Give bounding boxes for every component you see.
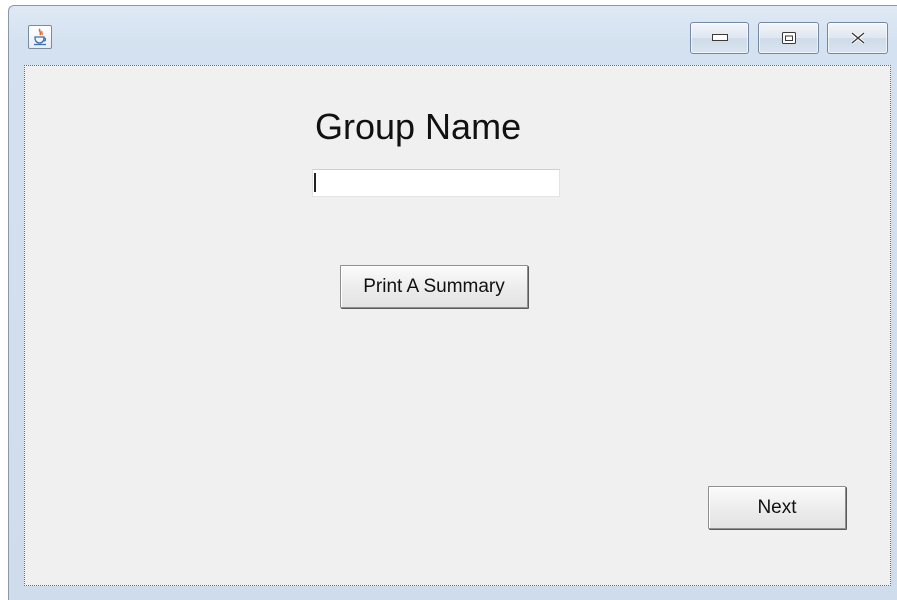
print-summary-button[interactable]: Print A Summary bbox=[340, 265, 528, 308]
title-bar[interactable] bbox=[9, 6, 897, 64]
application-window: Group Name Print A Summary Next bbox=[8, 5, 897, 600]
close-button[interactable] bbox=[827, 22, 888, 54]
group-name-heading: Group Name bbox=[315, 106, 522, 147]
minimize-button[interactable] bbox=[690, 22, 749, 54]
text-caret bbox=[314, 173, 316, 192]
next-button[interactable]: Next bbox=[708, 486, 846, 529]
java-cup-icon[interactable] bbox=[28, 25, 52, 49]
content-panel: Group Name Print A Summary Next bbox=[24, 65, 891, 586]
maximize-button[interactable] bbox=[758, 22, 819, 54]
group-name-input[interactable] bbox=[312, 169, 560, 197]
